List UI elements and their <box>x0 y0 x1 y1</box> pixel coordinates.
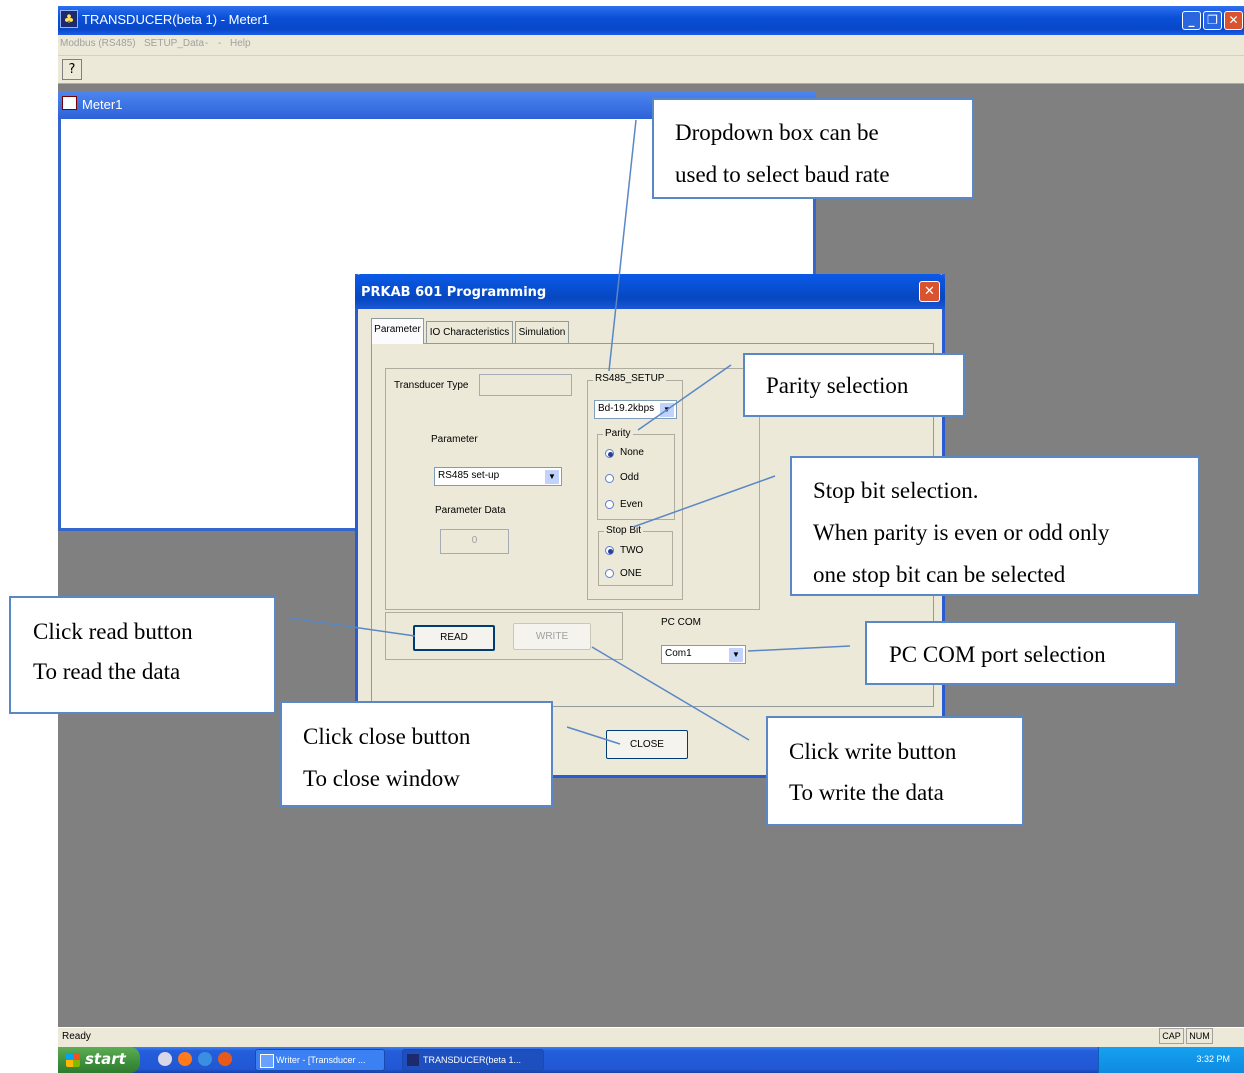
callout-write: Click write button To write the data <box>766 716 1024 826</box>
callout-close-line-1: Click close button <box>303 724 471 749</box>
callout-read-line-1: Click read button <box>33 619 193 644</box>
callout-pccom: PC COM port selection <box>865 621 1177 685</box>
callout-baud-line-1: Dropdown box can be <box>675 120 879 145</box>
callout-write-line-1: Click write button <box>789 739 957 764</box>
callout-stopbit-line-2: When parity is even or odd only <box>813 520 1110 545</box>
leader-parity <box>637 364 732 431</box>
callout-read-line-2: To read the data <box>33 659 181 684</box>
leader-read <box>289 617 416 637</box>
callout-parity: Parity selection <box>743 353 965 417</box>
callout-pccom-line-1: PC COM port selection <box>889 642 1106 667</box>
callout-stopbit-line-3: one stop bit can be selected <box>813 562 1066 587</box>
callout-close: Click close button To close window <box>280 701 553 807</box>
leader-pccom <box>747 645 851 652</box>
callout-close-line-2: To close window <box>303 766 460 791</box>
callout-stopbit-line-1: Stop bit selection. <box>813 478 979 503</box>
callout-read: Click read button To read the data <box>9 596 276 714</box>
callout-write-line-2: To write the data <box>789 780 944 805</box>
leader-baud <box>608 119 637 372</box>
leader-stopbit <box>632 475 776 528</box>
callout-parity-line-1: Parity selection <box>766 373 909 398</box>
leader-write <box>591 646 750 741</box>
leader-close <box>566 726 621 745</box>
callout-baud: Dropdown box can be used to select baud … <box>652 98 974 199</box>
callout-stopbit: Stop bit selection. When parity is even … <box>790 456 1200 596</box>
callout-baud-line-2: used to select baud rate <box>675 162 890 187</box>
